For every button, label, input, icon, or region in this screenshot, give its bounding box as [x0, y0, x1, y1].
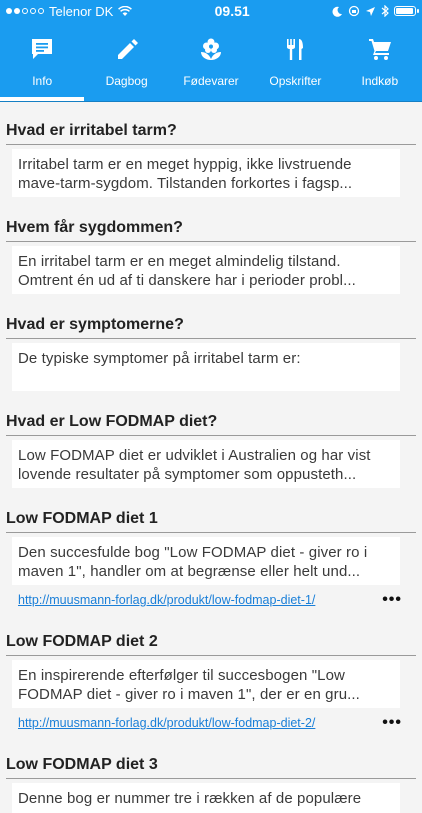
status-bar: Telenor DK 09.51	[0, 0, 422, 22]
excerpt-line: Omtrent én ud af ti danskere har i perio…	[18, 272, 356, 289]
book-link[interactable]: http://muusmann-forlag.dk/produkt/low-fo…	[18, 716, 315, 730]
moon-icon	[332, 6, 342, 17]
book-section[interactable]: Low FODMAP diet 2 En inspirerende efterf…	[6, 633, 416, 734]
excerpt-line: Irritabel tarm er en meget hyppig, ikke …	[18, 156, 352, 173]
chat-icon	[32, 39, 53, 59]
excerpt-line: FODMAP diet - giver ro i maven 1", der e…	[18, 686, 360, 703]
info-section[interactable]: Hvem får sygdommen? En irritabel tarm er…	[6, 219, 416, 294]
info-section[interactable]: Hvad er Low FODMAP diet? Low FODMAP diet…	[6, 413, 416, 488]
pencil-icon	[117, 39, 138, 59]
signal-icon	[6, 8, 44, 14]
tab-label: Indkøb	[361, 74, 399, 88]
excerpt-line: Denne bog er nummer tre i rækken af de p…	[18, 790, 362, 807]
tab-dagbog[interactable]: Dagbog	[84, 22, 168, 101]
section-title: Low FODMAP diet 2	[6, 633, 416, 656]
info-list: Hvad er irritabel tarm? Irritabel tarm e…	[0, 122, 422, 813]
section-title: Low FODMAP diet 1	[6, 510, 416, 533]
rotation-lock-icon	[348, 5, 360, 17]
tab-info[interactable]: Info	[0, 22, 85, 101]
tab-label: Opskrifter	[269, 74, 322, 88]
section-excerpt[interactable]: Denne bog er nummer tre i rækken af de p…	[12, 783, 400, 813]
section-title: Hvad er symptomerne?	[6, 316, 416, 339]
more-options-button[interactable]: •••	[382, 591, 402, 609]
section-title: Low FODMAP diet 3	[6, 756, 416, 779]
excerpt-line: De typiske symptomer på irritabel tarm e…	[18, 350, 301, 367]
location-icon	[365, 6, 375, 16]
info-section[interactable]: Hvad er symptomerne? De typiske symptome…	[6, 316, 416, 391]
book-link[interactable]: http://muusmann-forlag.dk/produkt/low-fo…	[18, 593, 315, 607]
section-excerpt[interactable]: Low FODMAP diet er udviklet i Australien…	[12, 440, 400, 488]
tab-indkoeb[interactable]: Indkøb	[338, 22, 422, 101]
book-section[interactable]: Low FODMAP diet 1 Den succesfulde bog "L…	[6, 510, 416, 611]
more-options-button[interactable]: •••	[382, 714, 402, 732]
excerpt-line: lovende resultater på symptomer som oppu…	[18, 466, 357, 483]
excerpt-line: En inspirerende efterfølger til succesbo…	[18, 667, 345, 684]
section-excerpt[interactable]: Irritabel tarm er en meget hyppig, ikke …	[12, 149, 400, 197]
section-title: Hvem får sygdommen?	[6, 219, 416, 242]
excerpt-line: mave-tarm-sygdom. Tilstanden forkortes i…	[18, 175, 353, 192]
section-excerpt[interactable]: Den succesfulde bog "Low FODMAP diet - g…	[12, 537, 400, 585]
tab-label: Fødevarer	[183, 74, 239, 88]
excerpt-line	[18, 368, 394, 387]
flower-icon	[201, 38, 222, 60]
excerpt-line: Den succesfulde bog "Low FODMAP diet - g…	[18, 544, 368, 561]
clock: 09.51	[214, 3, 250, 19]
battery-icon	[393, 6, 419, 16]
tab-bar: Info Dagbog Fødevarer Opskrifter Indkøb	[0, 22, 422, 102]
tab-label: Info	[32, 74, 53, 88]
tab-opskrifter[interactable]: Opskrifter	[253, 22, 337, 101]
section-excerpt[interactable]: En irritabel tarm er en meget almindelig…	[12, 246, 400, 294]
excerpt-line: Low FODMAP diet er udviklet i Australien…	[18, 447, 371, 464]
cart-icon	[368, 39, 391, 60]
carrier-label: Telenor DK	[49, 3, 114, 19]
section-title: Hvad er Low FODMAP diet?	[6, 413, 416, 436]
section-excerpt[interactable]: De typiske symptomer på irritabel tarm e…	[12, 343, 400, 391]
tab-label: Dagbog	[105, 74, 148, 88]
excerpt-line: En irritabel tarm er en meget almindelig…	[18, 253, 341, 270]
section-excerpt[interactable]: En inspirerende efterfølger til succesbo…	[12, 660, 400, 708]
book-section[interactable]: Low FODMAP diet 3 Denne bog er nummer tr…	[6, 756, 416, 813]
section-title: Hvad er irritabel tarm?	[6, 122, 416, 145]
cutlery-icon	[287, 39, 304, 60]
link-row: http://muusmann-forlag.dk/produkt/low-fo…	[18, 712, 402, 734]
link-row: http://muusmann-forlag.dk/produkt/low-fo…	[18, 589, 402, 611]
excerpt-line: maven 1", handler om at begrænse eller h…	[18, 563, 361, 580]
tab-foedevarer[interactable]: Fødevarer	[169, 22, 253, 101]
wifi-icon	[118, 5, 133, 16]
bluetooth-icon	[381, 5, 389, 17]
info-section[interactable]: Hvad er irritabel tarm? Irritabel tarm e…	[6, 122, 416, 197]
